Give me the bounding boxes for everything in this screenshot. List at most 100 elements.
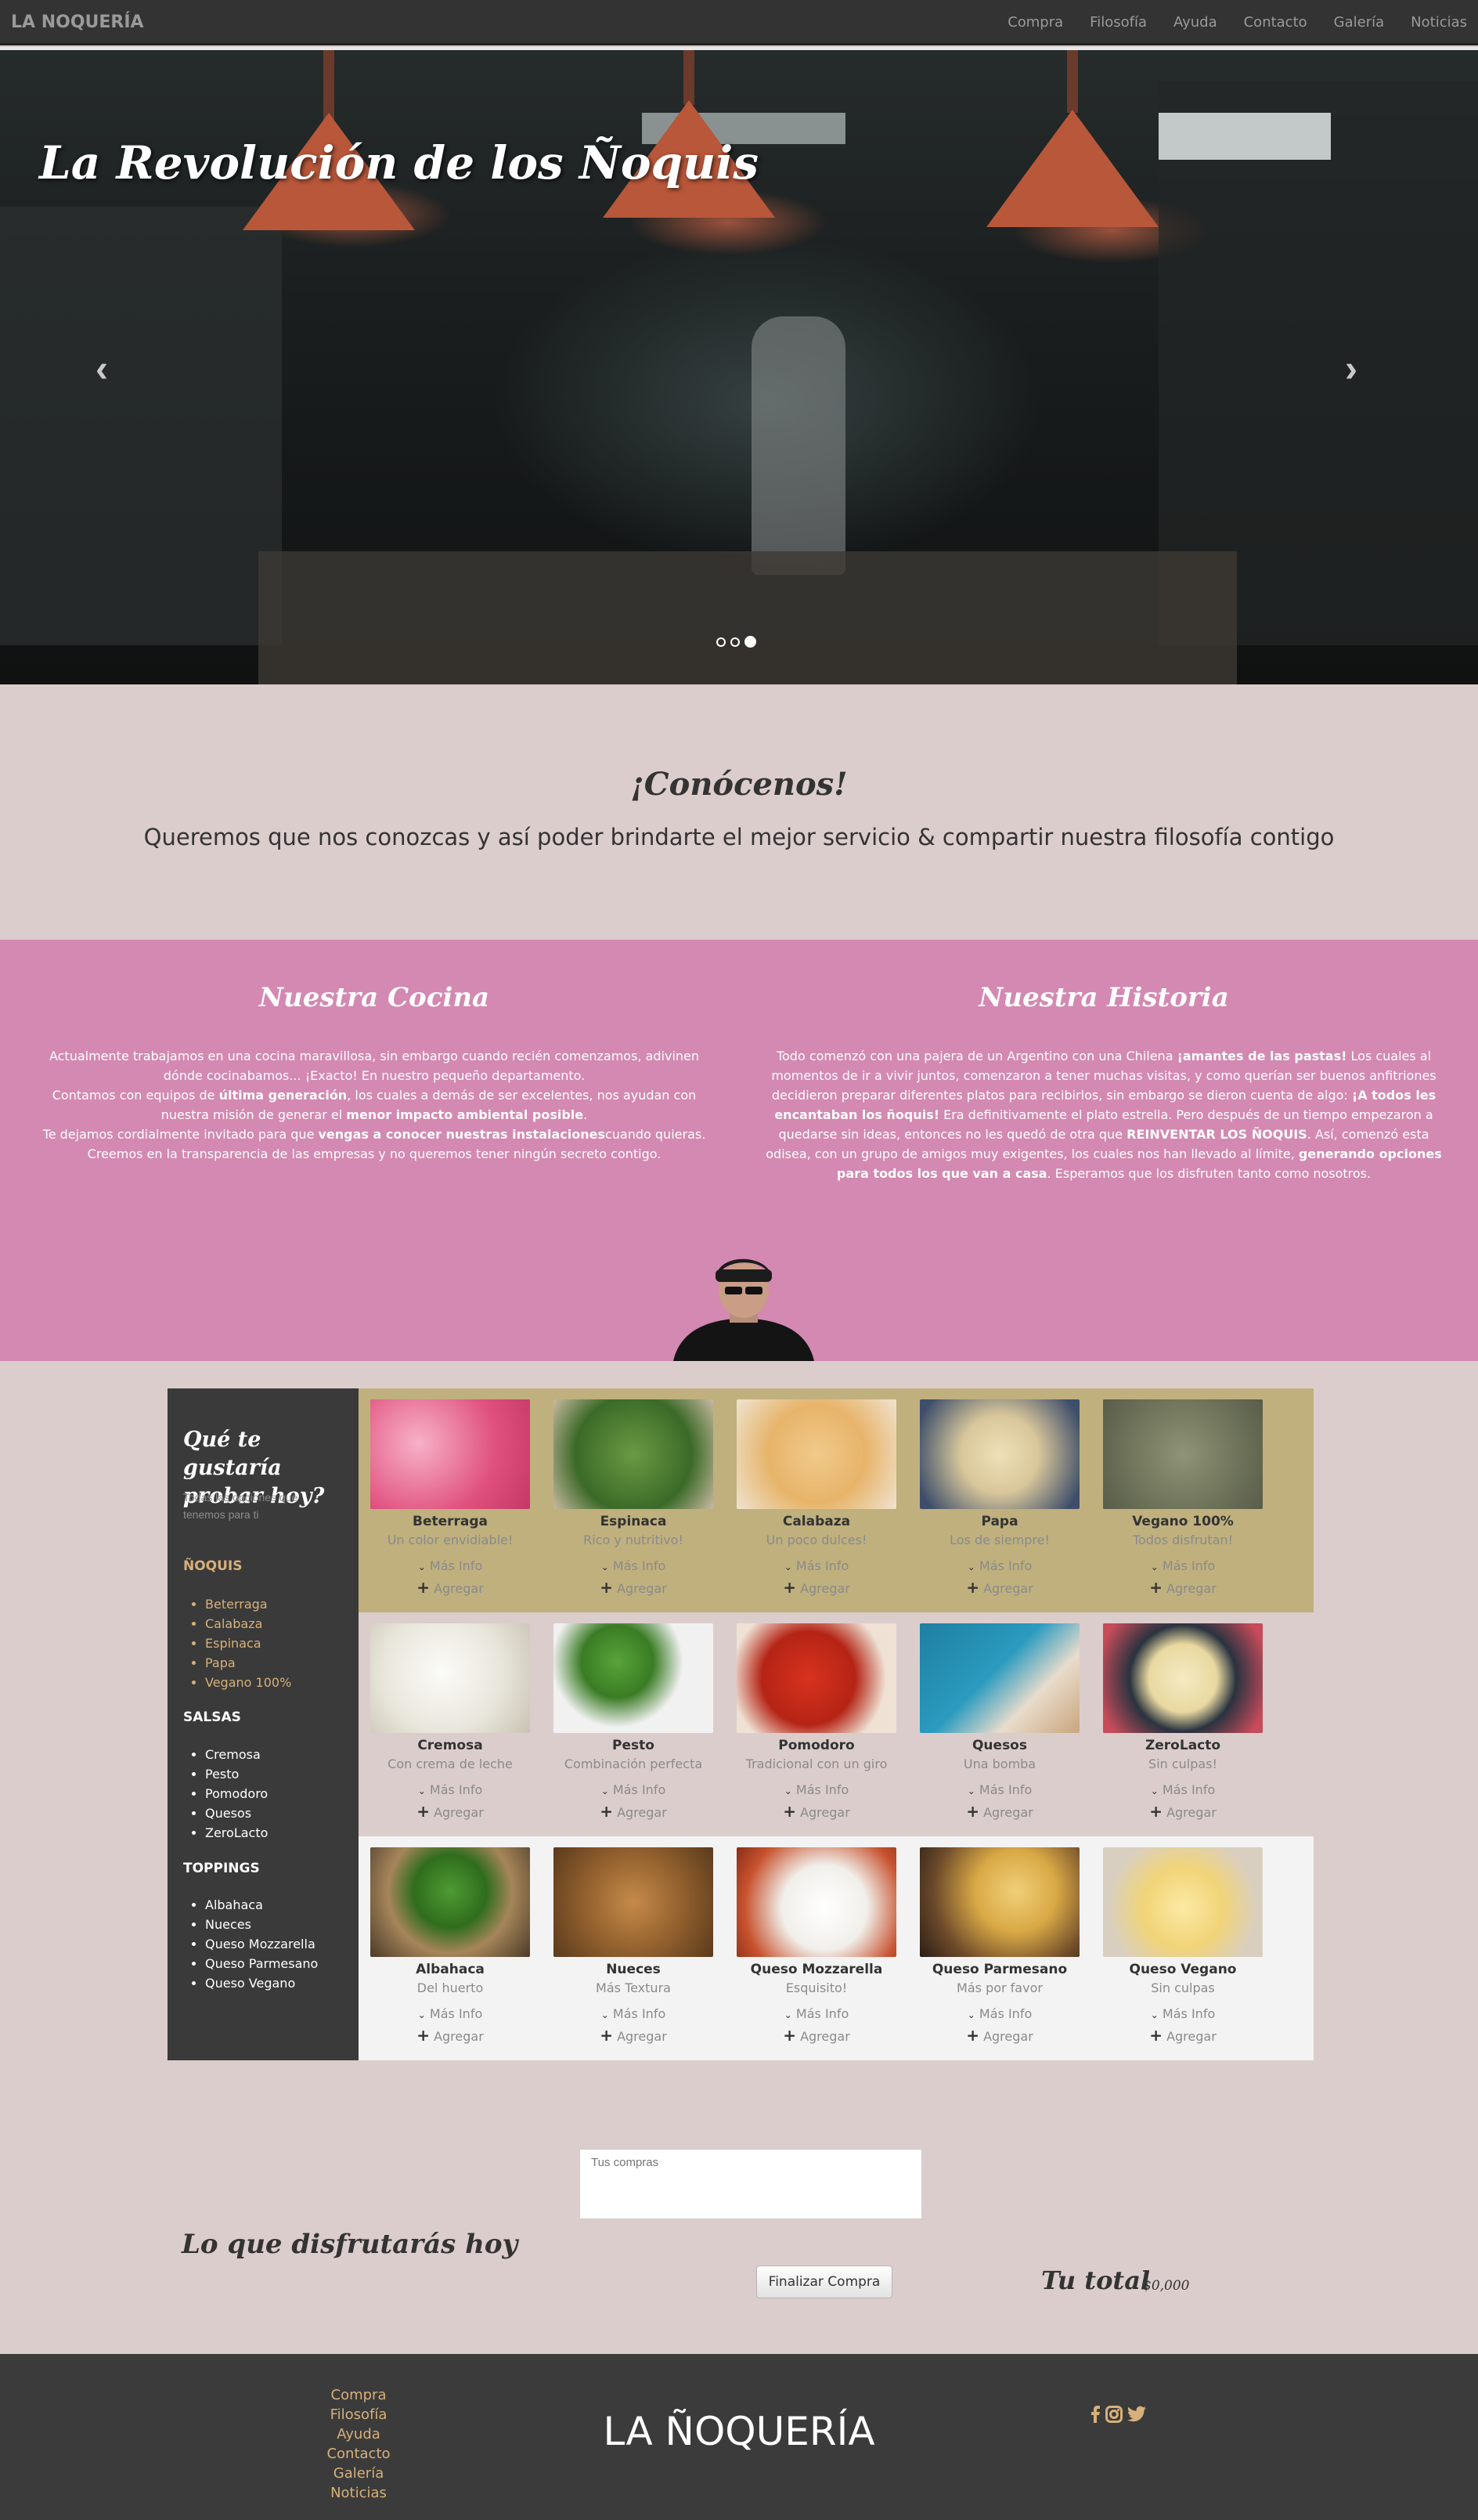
sidebar-item-pomodoro[interactable]: Pomodoro: [205, 1784, 268, 1803]
sidebar-item-albahaca[interactable]: Albahaca: [205, 1895, 318, 1915]
sidebar-item-cremosa[interactable]: Cremosa: [205, 1745, 268, 1764]
sidebar-item-mozzarella[interactable]: Queso Mozzarella: [205, 1934, 318, 1954]
product-name: Quesos: [972, 1738, 1027, 1753]
cocina-p2d: menor impacto ambiental posible: [346, 1107, 584, 1122]
more-info-link[interactable]: ⌄ Más Info: [737, 1558, 896, 1573]
basil-image: [370, 1847, 530, 1957]
nav-link-ayuda[interactable]: Ayuda: [1173, 14, 1217, 31]
nav-link-filosofia[interactable]: Filosofía: [1090, 14, 1147, 31]
add-button[interactable]: + Agregar: [1103, 2026, 1263, 2045]
vegan-gnocchi-image: [1103, 1399, 1263, 1509]
nav-link-noticias[interactable]: Noticias: [1411, 14, 1467, 31]
footer-link-noticias[interactable]: Noticias: [313, 2483, 404, 2503]
add-button[interactable]: + Agregar: [553, 1802, 713, 1821]
sidebar-item-nueces[interactable]: Nueces: [205, 1915, 318, 1934]
sidebar-item-queso-vegano[interactable]: Queso Vegano: [205, 1973, 318, 1993]
add-button[interactable]: + Agregar: [737, 1578, 896, 1597]
chevron-down-icon: ⌄: [967, 1561, 975, 1572]
chevron-down-icon: ⌄: [1150, 2009, 1159, 2020]
footer-link-galeria[interactable]: Galería: [313, 2464, 404, 2483]
more-info-link[interactable]: ⌄ Más Info: [920, 1782, 1080, 1797]
more-info-link[interactable]: ⌄ Más Info: [370, 2006, 530, 2021]
add-button[interactable]: + Agregar: [370, 1802, 530, 1821]
category-toppings[interactable]: TOPPINGS: [183, 1861, 260, 1876]
sidebar-item-papa[interactable]: Papa: [205, 1653, 291, 1673]
add-button[interactable]: + Agregar: [1103, 1578, 1263, 1597]
instagram-icon[interactable]: [1105, 2406, 1123, 2423]
add-button[interactable]: + Agregar: [370, 2026, 530, 2045]
historia-a: Todo comenzó con una pajera de un Argent…: [776, 1049, 1177, 1063]
chevron-down-icon: ⌄: [600, 2009, 609, 2020]
chef-figure: [752, 316, 845, 575]
product-name: Pomodoro: [778, 1738, 855, 1753]
more-info-link[interactable]: ⌄ Más Info: [1103, 1782, 1263, 1797]
more-info-link[interactable]: ⌄ Más Info: [920, 1558, 1080, 1573]
add-button[interactable]: + Agregar: [1103, 1802, 1263, 1821]
more-info-link[interactable]: ⌄ Más Info: [553, 1558, 713, 1573]
category-salsas[interactable]: SALSAS: [183, 1709, 241, 1725]
add-button[interactable]: + Agregar: [920, 2026, 1080, 2045]
more-info-link[interactable]: ⌄ Más Info: [553, 1782, 713, 1797]
sidebar-item-pesto[interactable]: Pesto: [205, 1764, 268, 1784]
sidebar-item-vegano[interactable]: Vegano 100%: [205, 1673, 291, 1692]
sidebar-item-espinaca[interactable]: Espinaca: [205, 1634, 291, 1653]
category-noquis[interactable]: ÑOQUIS: [183, 1558, 243, 1574]
add-button[interactable]: + Agregar: [737, 2026, 896, 2045]
sidebar-item-parmesano[interactable]: Queso Parmesano: [205, 1954, 318, 1973]
carousel-prev-icon[interactable]: ‹: [96, 348, 108, 391]
add-label: Agregar: [983, 1581, 1033, 1596]
more-info-label: Más Info: [612, 1558, 666, 1573]
product-name: Queso Parmesano: [932, 1962, 1068, 1977]
product-desc: Una bomba: [963, 1756, 1036, 1771]
carousel-dot-3[interactable]: [744, 636, 756, 648]
historia-text: Todo comenzó con una pajera de un Argent…: [744, 1046, 1464, 1183]
chevron-down-icon: ⌄: [417, 1785, 426, 1796]
facebook-icon[interactable]: [1090, 2406, 1101, 2423]
chevron-down-icon: ⌄: [784, 1785, 792, 1796]
checkout-button[interactable]: Finalizar Compra: [756, 2265, 892, 2298]
more-info-link[interactable]: ⌄ Más Info: [737, 2006, 896, 2021]
nav-link-contacto[interactable]: Contacto: [1244, 14, 1307, 31]
more-info-link[interactable]: ⌄ Más Info: [553, 2006, 713, 2021]
add-button[interactable]: + Agregar: [920, 1578, 1080, 1597]
add-button[interactable]: + Agregar: [737, 1802, 896, 1821]
more-info-label: Más Info: [795, 1782, 849, 1797]
add-button[interactable]: + Agregar: [370, 1578, 530, 1597]
sidebar-item-calabaza[interactable]: Calabaza: [205, 1614, 291, 1634]
top-navbar: LA NOQUERÍA Compra Filosofía Ayuda Conta…: [0, 0, 1478, 45]
add-label: Agregar: [1166, 2029, 1217, 2044]
product-desc: Los de siempre!: [950, 1533, 1050, 1547]
product-card: Cremosa Con crema de leche ⌄ Más Info + …: [370, 1623, 530, 1821]
more-info-link[interactable]: ⌄ Más Info: [1103, 1558, 1263, 1573]
plus-icon: +: [1149, 2026, 1163, 2045]
nav-link-galeria[interactable]: Galería: [1334, 14, 1385, 31]
more-info-link[interactable]: ⌄ Más Info: [737, 1782, 896, 1797]
carousel-dot-1[interactable]: [716, 637, 726, 647]
nav-brand[interactable]: LA NOQUERÍA: [11, 13, 144, 32]
cart-textarea[interactable]: [579, 2149, 922, 2219]
sidebar-item-zerolacto[interactable]: ZeroLacto: [205, 1823, 268, 1843]
cocina-text: Actualmente trabajamos en una cocina mar…: [14, 1046, 734, 1164]
product-card: Vegano 100% Todos disfrutan! ⌄ Más Info …: [1103, 1399, 1263, 1597]
more-info-link[interactable]: ⌄ Más Info: [370, 1782, 530, 1797]
more-info-link[interactable]: ⌄ Más Info: [370, 1558, 530, 1573]
product-desc: Rico y nutritivo!: [583, 1533, 683, 1547]
carousel-next-icon[interactable]: ›: [1345, 348, 1357, 391]
add-button[interactable]: + Agregar: [920, 1802, 1080, 1821]
cocina-p2a: Contamos con equipos de: [52, 1088, 219, 1103]
more-info-link[interactable]: ⌄ Más Info: [920, 2006, 1080, 2021]
more-info-label: Más Info: [979, 1558, 1033, 1573]
nav-link-compra[interactable]: Compra: [1008, 14, 1063, 31]
lamp-cord-3: [1067, 50, 1078, 113]
add-label: Agregar: [800, 2029, 850, 2044]
sidebar-item-quesos[interactable]: Quesos: [205, 1803, 268, 1823]
add-label: Agregar: [800, 1805, 850, 1820]
product-card: Beterraga Un color envidiable! ⌄ Más Inf…: [370, 1399, 530, 1597]
sidebar-item-beterraga[interactable]: Beterraga: [205, 1594, 291, 1614]
more-info-link[interactable]: ⌄ Más Info: [1103, 2006, 1263, 2021]
add-button[interactable]: + Agregar: [553, 1578, 713, 1597]
footer-link-compra[interactable]: Compra: [313, 2385, 404, 2405]
carousel-dot-2[interactable]: [730, 637, 740, 647]
add-button[interactable]: + Agregar: [553, 2026, 713, 2045]
twitter-icon[interactable]: [1127, 2406, 1146, 2423]
